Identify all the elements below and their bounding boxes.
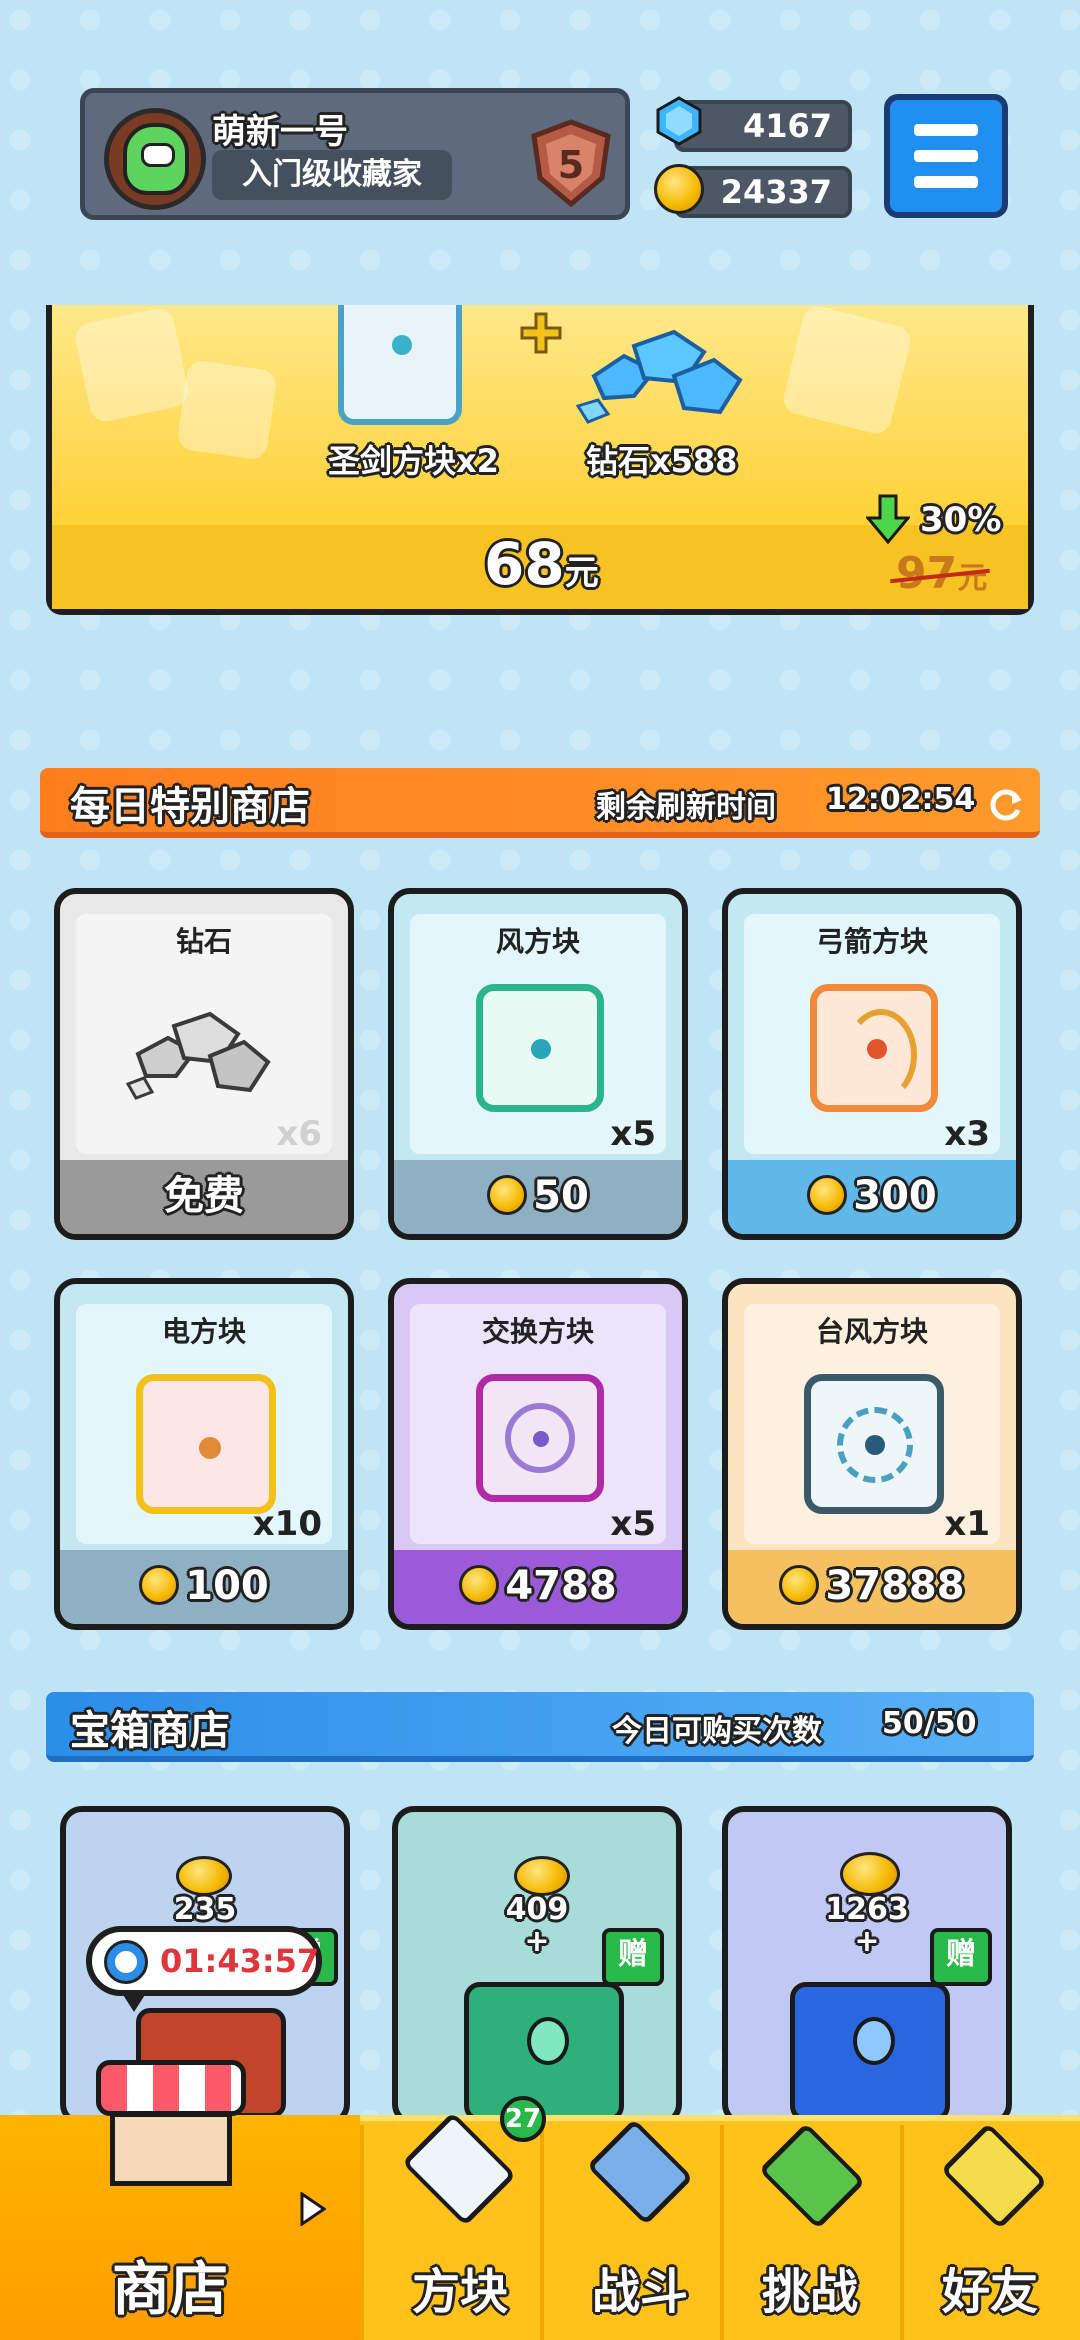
grey-diamond-icon bbox=[125, 1011, 271, 1100]
chest-shop-title: 宝箱商店 bbox=[70, 1708, 230, 1754]
electric-cube-icon bbox=[136, 1374, 276, 1514]
item-qty: x6 bbox=[276, 1114, 322, 1154]
chest-coins: 235 bbox=[173, 1892, 237, 1927]
shop-item-arrow-cube[interactable]: 弓箭方块 x3 300 bbox=[722, 888, 1022, 1240]
nav-friends-tab[interactable] bbox=[934, 2110, 1048, 2230]
item-price: 300 bbox=[728, 1166, 1016, 1226]
diamond-pile-icon bbox=[575, 329, 743, 424]
chest-timer-bubble: 01:43:57 bbox=[86, 1926, 322, 1996]
nav-battle-label: 战斗 bbox=[591, 2264, 688, 2320]
discount-percent: 30% bbox=[920, 500, 1002, 540]
gift-badge: 赠 bbox=[930, 1928, 992, 1986]
gem-icon bbox=[656, 96, 702, 146]
coin-icon bbox=[139, 1565, 180, 1605]
shop-item-swap-cube[interactable]: 交换方块 x5 4788 bbox=[388, 1278, 688, 1630]
blocks-badge: 27 bbox=[500, 2096, 546, 2142]
item-name: 风方块 bbox=[495, 925, 580, 958]
coin-icon bbox=[459, 1565, 500, 1605]
shop-item-electric-cube[interactable]: 电方块 x10 100 bbox=[54, 1278, 354, 1630]
nav-challenge-label: 挑战 bbox=[761, 2264, 858, 2320]
avatar[interactable] bbox=[104, 108, 206, 210]
old-price: 97元 bbox=[890, 548, 990, 599]
coin-icon bbox=[654, 164, 704, 214]
refresh-timer: 12:02:54 bbox=[826, 782, 976, 817]
shop-item-wind-cube[interactable]: 风方块 x5 50 bbox=[388, 888, 688, 1240]
rank-badge-icon[interactable]: 5 bbox=[526, 118, 616, 208]
item-price: 37888 bbox=[728, 1556, 1016, 1616]
item-qty: x3 bbox=[944, 1114, 990, 1154]
chest-coins: 409 bbox=[505, 1892, 569, 1927]
item-price: 100 bbox=[60, 1556, 348, 1616]
wind-cube-icon bbox=[476, 984, 604, 1112]
item-qty: x10 bbox=[252, 1504, 322, 1544]
offer-price[interactable]: 68元 bbox=[484, 530, 599, 598]
nav-blocks-label: 方块 bbox=[411, 2264, 508, 2320]
nav-shop-label: 商店 bbox=[111, 2255, 228, 2323]
refresh-icon[interactable] bbox=[988, 786, 1024, 822]
friend-character-icon bbox=[940, 2122, 1048, 2230]
item-name: 弓箭方块 bbox=[815, 925, 928, 958]
hamburger-icon bbox=[914, 124, 978, 136]
signpost-icon bbox=[758, 2122, 866, 2230]
chest-coins: 1263 bbox=[825, 1892, 909, 1927]
shop-item-diamond[interactable]: 钻石 x6 免费 bbox=[54, 888, 354, 1240]
item-name: 台风方块 bbox=[815, 1315, 928, 1348]
coin-stack-icon bbox=[514, 1856, 570, 1896]
typhoon-cube-icon bbox=[804, 1374, 944, 1514]
player-name: 萌新一号 bbox=[212, 112, 348, 152]
nav-challenge-tab[interactable] bbox=[752, 2110, 866, 2230]
daily-shop-title: 每日特别商店 bbox=[70, 784, 310, 830]
item-name: 电方块 bbox=[161, 1315, 246, 1348]
sword-shield-icon bbox=[586, 2118, 694, 2226]
plus-icon bbox=[520, 312, 562, 354]
sword-cube-icon bbox=[338, 305, 462, 425]
nav-battle-tab[interactable] bbox=[580, 2110, 694, 2226]
bow-cube-icon bbox=[810, 984, 938, 1112]
coin-icon bbox=[779, 1565, 820, 1605]
item-price: 50 bbox=[394, 1166, 682, 1226]
item-name: 交换方块 bbox=[481, 1315, 594, 1348]
nav-blocks-tab[interactable] bbox=[400, 2110, 517, 2227]
offer-item-sword-label: 圣剑方块x2 bbox=[328, 442, 499, 480]
green-chest-icon bbox=[464, 1982, 624, 2120]
coin-count: 24337 bbox=[720, 173, 832, 211]
stopwatch-icon bbox=[104, 1940, 148, 1984]
avatar-face-icon bbox=[123, 123, 189, 195]
gem-count: 4167 bbox=[742, 107, 832, 145]
coin-stack-icon bbox=[840, 1852, 900, 1896]
purchases-label: 今日可购买次数 bbox=[612, 1714, 822, 1749]
item-price: 免费 bbox=[164, 1173, 244, 1219]
item-qty: x1 bbox=[944, 1504, 990, 1544]
rank-number: 5 bbox=[558, 143, 584, 187]
swap-cube-icon bbox=[476, 1374, 604, 1502]
blue-chest-icon bbox=[790, 1982, 950, 2120]
menu-button[interactable] bbox=[884, 94, 1008, 218]
purchases-count: 50/50 bbox=[882, 1706, 977, 1741]
shop-stall-icon bbox=[96, 2060, 246, 2190]
offer-item-diamond-label: 钻石x588 bbox=[586, 442, 738, 480]
coin-stack-icon bbox=[176, 1856, 232, 1896]
coin-icon bbox=[487, 1175, 528, 1215]
mystery-cube-icon bbox=[401, 2111, 517, 2227]
gift-badge: 赠 bbox=[602, 1928, 664, 1986]
item-qty: x5 bbox=[610, 1114, 656, 1154]
item-name: 钻石 bbox=[175, 925, 232, 958]
item-qty: x5 bbox=[610, 1504, 656, 1544]
play-arrow-icon bbox=[300, 2192, 326, 2226]
player-title: 入门级收藏家 bbox=[212, 150, 452, 200]
shop-item-typhoon-cube[interactable]: 台风方块 x1 37888 bbox=[722, 1278, 1022, 1630]
item-price: 4788 bbox=[394, 1556, 682, 1616]
discount-arrow-icon bbox=[866, 494, 910, 544]
chest-timer: 01:43:57 bbox=[160, 1942, 320, 1980]
coin-icon bbox=[807, 1175, 848, 1215]
nav-friends-label: 好友 bbox=[941, 2264, 1038, 2320]
refresh-label: 剩余刷新时间 bbox=[596, 790, 776, 825]
